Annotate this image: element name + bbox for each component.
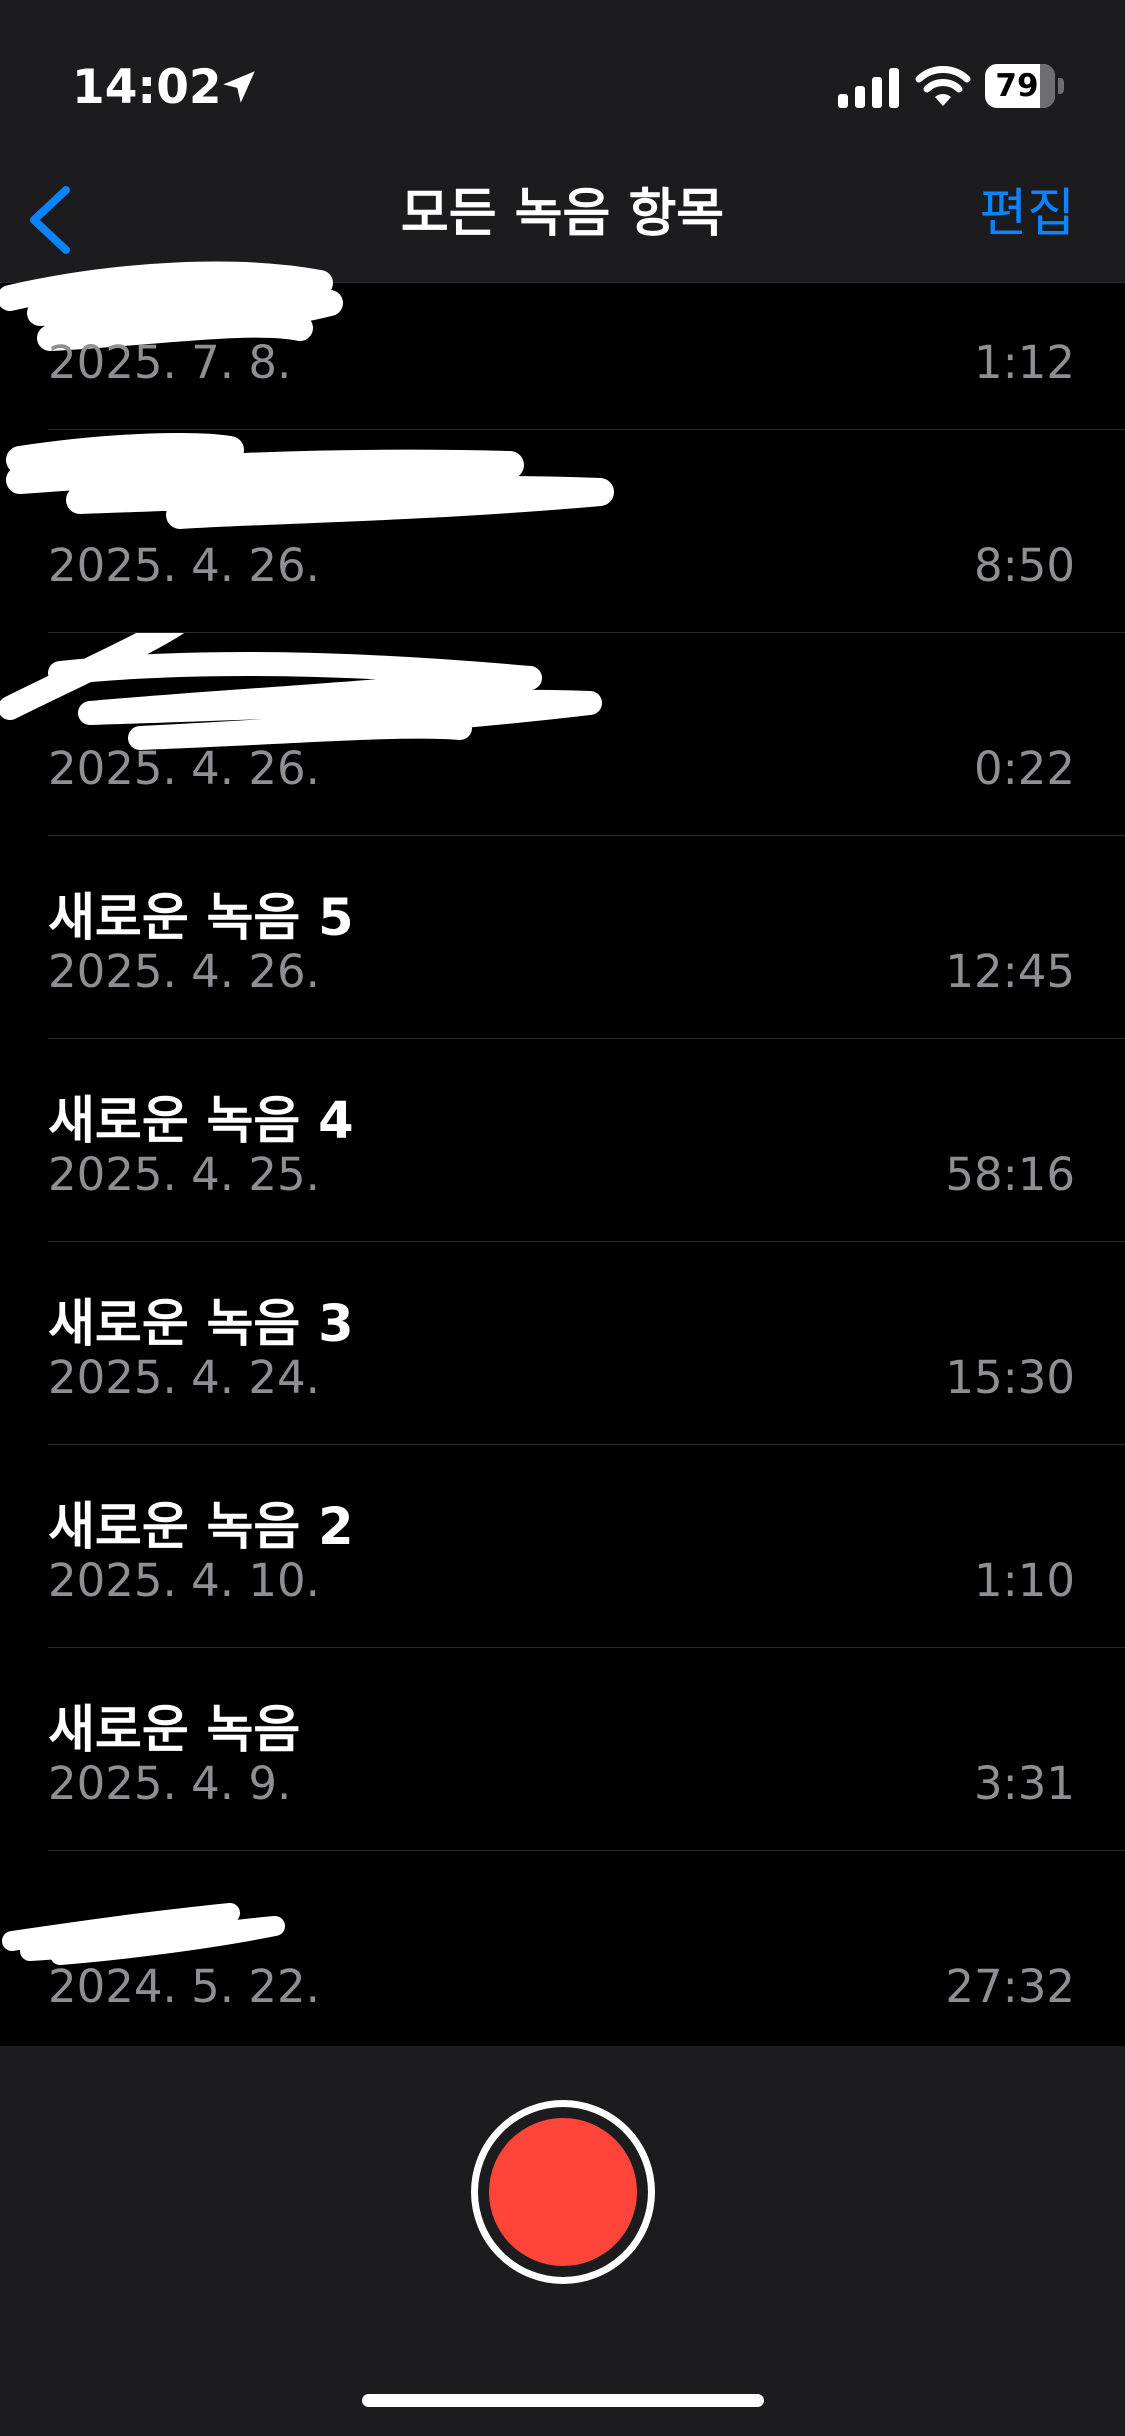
redaction-scribble	[0, 633, 602, 750]
recording-row[interactable]: 2025. 7. 8. 1:12	[0, 261, 1125, 430]
redaction-scribble	[6, 433, 614, 529]
recording-row[interactable]: 2025. 4. 26. 0:22	[0, 633, 1125, 836]
status-time: 14:02	[72, 60, 222, 115]
recording-duration: 0:22	[973, 742, 1075, 795]
recording-date: 2025. 7. 8.	[48, 336, 292, 389]
battery-nub	[1058, 78, 1064, 94]
navigation-bar: 모든 녹음 항목 편집	[0, 170, 1125, 283]
recording-duration: 15:30	[945, 1351, 1075, 1404]
location-arrow-icon	[223, 71, 255, 103]
cellular-signal-icon	[838, 68, 899, 108]
recording-row[interactable]: 2025. 4. 26. 8:50	[6, 430, 1125, 633]
recording-duration: 27:32	[945, 1960, 1075, 2013]
home-indicator[interactable]	[362, 2394, 764, 2407]
recording-date: 2025. 4. 9.	[48, 1757, 292, 1810]
recording-row[interactable]: 새로운 녹음 5 2025. 4. 26. 12:45	[48, 836, 1125, 1039]
recording-date: 2025. 4. 26.	[48, 539, 320, 592]
recording-date: 2025. 4. 24.	[48, 1351, 320, 1404]
recording-title: 새로운 녹음 3	[48, 1295, 354, 1354]
recording-row[interactable]: 2024. 5. 22. 27:32	[2, 1851, 1125, 2054]
recording-row[interactable]: 새로운 녹음 2 2025. 4. 10. 1:10	[48, 1445, 1125, 1648]
status-bar: 14:02 79	[0, 0, 1125, 170]
recording-row[interactable]: 새로운 녹음 4 2025. 4. 25. 58:16	[48, 1039, 1125, 1242]
battery-indicator: 79	[985, 64, 1065, 108]
battery-body: 79	[985, 64, 1055, 108]
recording-row[interactable]: 새로운 녹음 3 2025. 4. 24. 15:30	[48, 1242, 1125, 1445]
page-title: 모든 녹음 항목	[400, 184, 725, 244]
wifi-icon	[915, 66, 971, 106]
recording-duration: 12:45	[945, 945, 1075, 998]
recording-date: 2024. 5. 22.	[48, 1960, 320, 2013]
recording-date: 2025. 4. 10.	[48, 1554, 320, 1607]
record-button[interactable]	[471, 2100, 655, 2284]
recording-row[interactable]: 새로운 녹음 2025. 4. 9. 3:31	[48, 1648, 1125, 1851]
edit-button[interactable]: 편집	[979, 170, 1075, 258]
recording-date: 2025. 4. 25.	[48, 1148, 320, 1201]
recording-duration: 58:16	[945, 1148, 1075, 1201]
recording-title: 새로운 녹음 5	[48, 889, 354, 948]
recording-duration: 1:10	[973, 1554, 1075, 1607]
record-dot-icon	[489, 2118, 637, 2266]
recording-date: 2025. 4. 26.	[48, 945, 320, 998]
redaction-scribble	[2, 1903, 285, 1965]
recording-duration: 8:50	[973, 539, 1075, 592]
recording-date: 2025. 4. 26.	[48, 742, 320, 795]
recording-title: 새로운 녹음 2	[48, 1498, 354, 1557]
recording-duration: 1:12	[973, 336, 1075, 389]
recording-title: 새로운 녹음 4	[48, 1092, 354, 1151]
back-chevron-icon[interactable]	[20, 178, 100, 268]
recording-duration: 3:31	[973, 1757, 1075, 1810]
recordings-list: 2025. 7. 8. 1:12 2025. 4. 26. 8:50 2025.…	[0, 261, 1125, 2054]
recording-title: 새로운 녹음	[48, 1701, 301, 1760]
battery-percent: 79	[995, 68, 1039, 104]
